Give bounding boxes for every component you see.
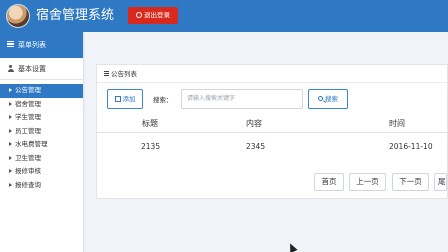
sidebar-item-staff[interactable]: 员工管理 bbox=[0, 125, 83, 139]
search-button-label: 搜索 bbox=[325, 95, 338, 103]
caret-right-icon bbox=[9, 128, 12, 133]
sidebar-item-label: 报修查询 bbox=[15, 180, 41, 189]
caret-right-icon bbox=[9, 142, 12, 146]
sidebar-item-label: 公告管理 bbox=[15, 86, 41, 94]
announcement-panel: 公告列表 添加 搜索： 请输入搜索关键字 搜索 标题 内容 时间 2135 23… bbox=[96, 64, 448, 199]
sidebar-item-announcements[interactable]: 公告管理 bbox=[0, 84, 83, 98]
sidebar-item-label: 员工管理 bbox=[15, 126, 41, 135]
cell-content: 2345 bbox=[246, 142, 266, 151]
user-avatar[interactable] bbox=[6, 4, 30, 28]
sidebar-group-basic-settings[interactable]: 基本设置 bbox=[0, 58, 83, 80]
sidebar-item-label: 宿舍管理 bbox=[15, 99, 41, 108]
cell-time: 2016-11-10 bbox=[389, 142, 433, 151]
list-icon bbox=[104, 71, 109, 76]
sidebar-item-dorms[interactable]: 宿舍管理 bbox=[0, 98, 83, 112]
caret-right-icon bbox=[9, 101, 12, 106]
caret-right-icon bbox=[9, 155, 12, 160]
add-button-label: 添加 bbox=[122, 95, 136, 103]
caret-right-icon bbox=[9, 182, 12, 187]
table-header: 标题 内容 时间 bbox=[97, 115, 447, 133]
sidebar-item-students[interactable]: 学生管理 bbox=[0, 111, 83, 125]
sidebar-item-label: 学生管理 bbox=[15, 113, 41, 121]
sidebar-menu-title: 菜单列表 bbox=[18, 41, 46, 49]
search-icon bbox=[318, 96, 323, 101]
caret-right-icon bbox=[9, 169, 12, 173]
logout-button[interactable]: 退出登录 bbox=[128, 7, 178, 24]
sidebar-item-repair-review[interactable]: 报修审核 bbox=[0, 165, 83, 179]
power-icon bbox=[136, 12, 142, 18]
cell-title: 2135 bbox=[141, 142, 161, 151]
sidebar-item-label: 卫生管理 bbox=[15, 153, 41, 162]
panel-title: 公告列表 bbox=[111, 70, 137, 78]
sidebar-menu-header: 菜单列表 bbox=[0, 32, 83, 58]
sidebar-menu-list: 公告管理 宿舍管理 学生管理 员工管理 水电费管理 卫生管理 报修审核 报修查询 bbox=[0, 80, 83, 192]
sidebar-item-repair-query[interactable]: 报修查询 bbox=[0, 179, 83, 193]
pager-last-button[interactable]: 尾 bbox=[434, 173, 447, 191]
sidebar-item-hygiene[interactable]: 卫生管理 bbox=[0, 152, 83, 166]
sidebar-item-label: 水电费管理 bbox=[15, 140, 48, 148]
top-header: 宿舍管理系统 退出登录 bbox=[0, 0, 448, 32]
pager-next-button[interactable]: 下一页 bbox=[392, 173, 429, 191]
sidebar: 菜单列表 基本设置 公告管理 宿舍管理 学生管理 员工管理 水电费管理 卫生管理… bbox=[0, 32, 84, 252]
table-row[interactable]: 2135 2345 2016-11-10 bbox=[97, 139, 447, 155]
pager-prev-button[interactable]: 上一页 bbox=[349, 173, 386, 191]
sidebar-item-utilities[interactable]: 水电费管理 bbox=[0, 138, 83, 152]
panel-header: 公告列表 bbox=[97, 65, 447, 83]
column-header-content: 内容 bbox=[246, 119, 262, 128]
search-input[interactable]: 请输入搜索关键字 bbox=[181, 89, 303, 109]
search-label: 搜索： bbox=[153, 96, 173, 104]
column-header-time: 时间 bbox=[389, 119, 405, 128]
add-button[interactable]: 添加 bbox=[107, 89, 143, 109]
column-header-title: 标题 bbox=[142, 119, 158, 128]
plus-icon bbox=[114, 96, 121, 102]
sidebar-group-title: 基本设置 bbox=[18, 65, 46, 73]
search-button[interactable]: 搜索 bbox=[308, 89, 348, 109]
user-icon bbox=[7, 65, 14, 72]
sidebar-item-label: 报修审核 bbox=[15, 167, 41, 175]
caret-right-icon bbox=[9, 115, 12, 119]
app-title: 宿舍管理系统 bbox=[36, 8, 115, 23]
menu-list-icon bbox=[7, 41, 14, 47]
pager-first-button[interactable]: 首页 bbox=[314, 173, 344, 191]
caret-right-icon bbox=[9, 88, 12, 92]
logout-label: 退出登录 bbox=[144, 11, 170, 19]
